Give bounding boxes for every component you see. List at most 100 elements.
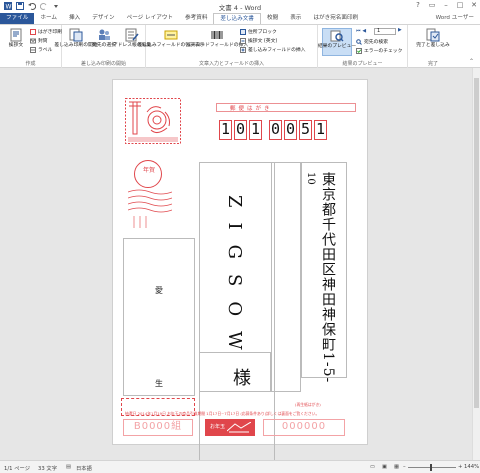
tab-mailings[interactable]: 差し込み文書 [213, 13, 261, 24]
postal-code: 1 0 1 0 0 5 1 [219, 120, 327, 140]
group-fields: 差し込みフィールドの強調表示 バーコードフィールドの挿入 住所ブロック 挨拶文 … [137, 25, 318, 68]
tab-home[interactable]: ホーム [34, 13, 63, 24]
web-layout-icon[interactable]: ▦ [394, 464, 399, 470]
maximize-icon[interactable]: □ [456, 1, 464, 9]
read-mode-icon[interactable]: ▭ [370, 464, 375, 470]
group-label-create: 作成 [25, 61, 36, 67]
zoom-level[interactable]: 144% [464, 464, 479, 470]
group-label-finish: 完了 [427, 61, 438, 67]
postcard-icon [30, 28, 36, 35]
check-errors-button[interactable]: エラーのチェック [356, 47, 402, 54]
status-bar: 1/1 ページ 33 文字 ▤ 日本語 ▭ ▣ ▦ – + 144% [0, 460, 480, 473]
start-merge-icon [69, 28, 83, 42]
sender-name-bottom: 生 [155, 379, 163, 388]
next-record-icon[interactable]: ▶ [398, 28, 402, 33]
address-block-button[interactable]: 住所ブロック [240, 28, 277, 35]
zip-digit[interactable]: 0 [234, 120, 247, 140]
nenga-text: 年賀 [142, 167, 155, 174]
postcard-page[interactable]: 年賀 郵便はがき 1 0 1 0 0 5 1 東京都千代田区神田神保町1-5- … [112, 79, 368, 462]
lottery-center: お年玉 [205, 419, 255, 436]
ribbon: 挨拶文 はがき印刷 封筒 ラベル 作成 差し込み印刷の開始 宛先の選択 アドレス… [0, 24, 480, 68]
tab-file[interactable]: ファイル [0, 13, 35, 24]
insert-field-button[interactable]: 差し込みフィールドの挿入 [240, 46, 305, 53]
envelopes-button[interactable]: 封筒 [30, 37, 48, 44]
help-icon[interactable]: ? [414, 1, 422, 9]
user-name[interactable]: Word ユーザー [436, 13, 474, 24]
collapse-ribbon-icon[interactable]: ⌃ [469, 58, 474, 65]
group-label-preview: 結果のプレビュー [342, 61, 383, 67]
finish-merge-icon [426, 28, 440, 42]
title-bar: W 文書 4 - Word ? ▭ – □ ✕ [0, 0, 480, 13]
nenga-mark: 年賀 [134, 160, 162, 188]
lottery-footnote: 抽選日 2014年1月19日 お年玉の商品引換期間 1月17日~7月17日 (応… [125, 411, 320, 416]
close-icon[interactable]: ✕ [470, 1, 478, 9]
window-title: 文書 4 - Word [218, 4, 262, 12]
sender-name-top: 愛 [155, 286, 163, 295]
prev-record-icon[interactable]: ◀ [362, 29, 366, 34]
zoom-in-icon[interactable]: + [458, 464, 462, 470]
envelope-icon [30, 38, 36, 43]
ribbon-tabs: ファイル ホーム 挿入 デザイン ページ レイアウト 参考資料 差し込み文書 校… [0, 13, 480, 24]
group-label-fields: 文章入力とフィールドの挿入 [199, 61, 264, 67]
sender-box[interactable] [123, 238, 195, 396]
tab-design[interactable]: デザイン [86, 13, 120, 24]
language[interactable]: 日本語 [76, 464, 92, 472]
address-text: 東京都千代田区神田神保町1-5- [320, 172, 336, 384]
tab-review[interactable]: 校閲 [261, 13, 284, 24]
proofing-icon[interactable]: ▤ [66, 464, 71, 470]
zip-digit[interactable]: 1 [219, 120, 232, 140]
zip-digit[interactable]: 0 [269, 120, 282, 140]
preview-icon [330, 30, 344, 42]
tab-page-layout[interactable]: ページ レイアウト [121, 13, 179, 24]
tab-insert[interactable]: 挿入 [63, 13, 86, 24]
insert-field-icon [240, 46, 246, 53]
ribbon-options-icon[interactable]: ▭ [428, 1, 436, 9]
zip-digit[interactable]: 1 [249, 120, 262, 140]
greeting-line-button[interactable]: 挨拶文 (英文) [240, 37, 277, 44]
zip-digit[interactable]: 1 [314, 120, 327, 140]
find-icon [356, 38, 362, 45]
greeting-button[interactable]: 挨拶文 [2, 28, 30, 49]
first-record-icon[interactable]: ⏮ [356, 28, 360, 34]
tab-postcard-print[interactable]: はがき宛名面印刷 [307, 13, 364, 24]
barcode-field-button[interactable]: バーコードフィールドの挿入 [186, 28, 248, 49]
recipient-name: ZIGSOW [224, 195, 245, 365]
zip-separator [264, 120, 267, 140]
tab-references[interactable]: 参考資料 [179, 13, 213, 24]
start-merge-button[interactable]: 差し込み印刷の開始 [54, 28, 98, 49]
print-layout-icon[interactable]: ▣ [382, 464, 387, 470]
greeting-line-icon [240, 37, 246, 44]
header-box [216, 103, 356, 112]
lottery-number: 000000 [263, 419, 345, 436]
postcard-print-button[interactable]: はがき印刷 [30, 28, 62, 35]
barcode-icon [211, 31, 223, 39]
group-preview: 結果のプレビュー ⏮ ◀ 1 ▶ 宛先の検索 エラーのチェック 結果のプレビュー [318, 25, 408, 68]
page-count[interactable]: 1/1 ページ [4, 464, 30, 472]
edit-list-icon [125, 28, 139, 42]
zoom-slider-knob[interactable] [430, 464, 432, 471]
word-count[interactable]: 33 文字 [38, 464, 57, 472]
labels-button[interactable]: ラベル [30, 46, 52, 53]
record-number-input[interactable]: 1 [374, 28, 396, 35]
vertical-scrollbar[interactable] [472, 68, 480, 460]
preview-results-button[interactable]: 結果のプレビュー [318, 28, 356, 56]
tab-view[interactable]: 表示 [284, 13, 307, 24]
record-nav: ⏮ ◀ [356, 28, 366, 35]
recipient-sub-box [271, 162, 301, 392]
highlight-icon [164, 30, 178, 40]
zoom-slider[interactable] [408, 467, 456, 468]
minimize-icon[interactable]: – [442, 1, 450, 9]
finish-merge-button[interactable]: 完了と差し込み [416, 28, 450, 49]
group-create: 挨拶文 はがき印刷 封筒 ラベル 作成 [0, 25, 62, 68]
recipients-icon [99, 29, 110, 40]
scroll-thumb[interactable] [474, 78, 479, 408]
group-finish: 完了と差し込み 完了 [408, 25, 458, 68]
zip-digit[interactable]: 0 [284, 120, 297, 140]
nenga-wave-icon [128, 189, 172, 228]
stamp-icon [125, 98, 181, 144]
group-start-merge: 差し込み印刷の開始 宛先の選択 アドレス帳の編集 差し込み印刷の開始 [54, 25, 151, 68]
zoom-out-icon[interactable]: – [403, 464, 406, 470]
find-recipient-button[interactable]: 宛先の検索 [356, 38, 388, 45]
zip-digit[interactable]: 5 [299, 120, 312, 140]
lottery-center-label: お年玉 [210, 424, 226, 430]
